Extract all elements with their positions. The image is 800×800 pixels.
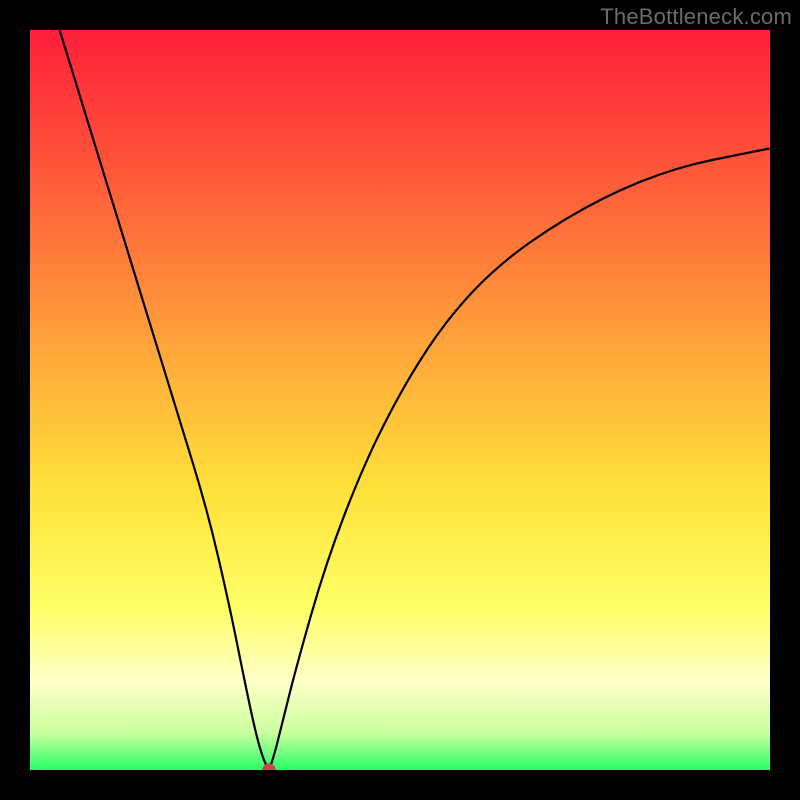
watermark-text: TheBottleneck.com [600,4,792,30]
plot-group [30,30,770,777]
gradient-background [30,30,770,770]
chart-svg [0,0,800,800]
chart-frame: TheBottleneck.com [0,0,800,800]
